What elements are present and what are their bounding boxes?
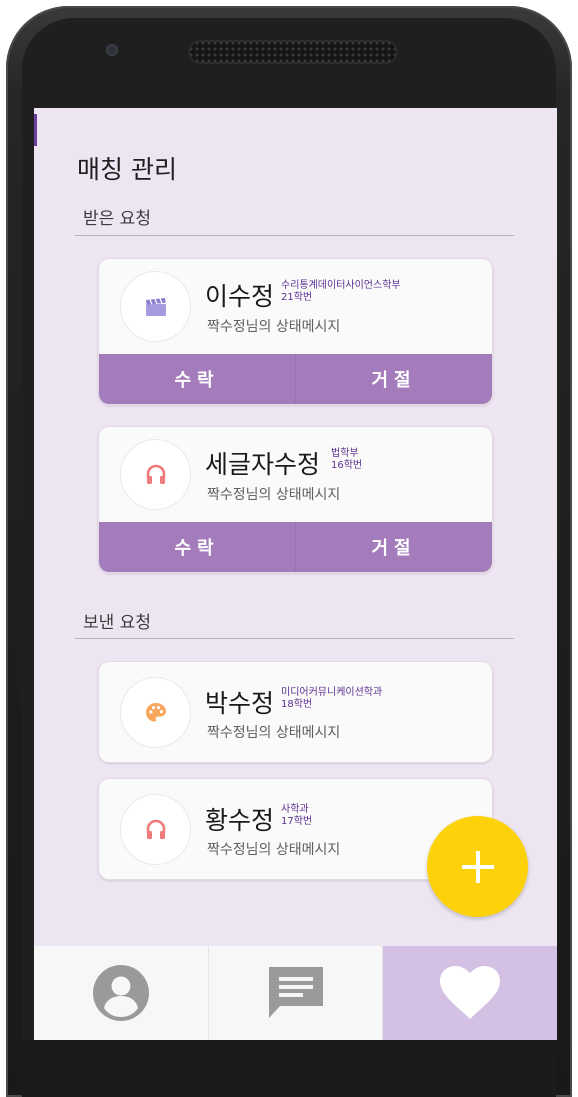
section-divider — [75, 235, 514, 236]
speaker-grille — [188, 40, 398, 64]
requester-year: 16학번 — [331, 460, 363, 471]
screen-edge-accent — [34, 114, 37, 146]
recipient-meta: 사학과 17학번 — [281, 804, 312, 828]
nav-profile[interactable] — [34, 946, 208, 1040]
requester-name: 이수정 — [205, 282, 275, 311]
add-request-button[interactable] — [427, 816, 528, 917]
accept-button[interactable]: 수락 — [99, 354, 295, 404]
recipient-year: 17학번 — [281, 816, 313, 827]
requester-department: 법학부 — [331, 448, 359, 459]
card-body: 박수정 미디어커뮤니케이션학과 18학번 짝수정님의 상태메시지 — [99, 662, 492, 762]
recipient-year: 18학번 — [281, 699, 313, 710]
recipient-meta: 미디어커뮤니케이션학과 18학번 — [281, 687, 382, 711]
requester-meta: 수리통계데이터사이언스학부 21학번 — [281, 280, 401, 304]
nav-matching[interactable] — [382, 946, 557, 1040]
sent-request-card[interactable]: 박수정 미디어커뮤니케이션학과 18학번 짝수정님의 상태메시지 — [98, 661, 493, 763]
page-title: 매칭 관리 — [77, 155, 177, 184]
headphones-icon — [120, 794, 191, 865]
reject-button[interactable]: 거절 — [295, 354, 492, 404]
app-screen: 매칭 관리 받은 요청 이수정 수리통계데이터사이언스학부 21학번 짝수정님의… — [34, 108, 557, 1040]
chat-icon — [268, 967, 323, 1018]
recipient-status-message: 짝수정님의 상태메시지 — [207, 725, 341, 741]
received-section-label: 받은 요청 — [83, 209, 151, 229]
card-actions: 수락 거절 — [99, 354, 492, 404]
requester-year: 21학번 — [281, 292, 313, 303]
plus-icon — [461, 850, 494, 883]
requester-department: 수리통계데이터사이언스학부 — [281, 280, 401, 291]
nav-chat[interactable] — [207, 946, 383, 1040]
palette-icon — [120, 677, 191, 748]
recipient-name: 박수정 — [205, 689, 275, 718]
heart-icon — [440, 966, 501, 1019]
recipient-name: 황수정 — [205, 806, 275, 835]
recipient-department: 사학과 — [281, 804, 309, 815]
card-body[interactable]: 이수정 수리통계데이터사이언스학부 21학번 짝수정님의 상태메시지 — [99, 259, 492, 354]
phone-bottom-bezel — [22, 1040, 556, 1097]
sent-section-label: 보낸 요청 — [83, 613, 151, 633]
card-actions: 수락 거절 — [99, 522, 492, 572]
requester-meta: 법학부 16학번 — [331, 448, 362, 472]
recipient-status-message: 짝수정님의 상태메시지 — [207, 842, 341, 858]
received-request-card: 세글자수정 법학부 16학번 짝수정님의 상태메시지 수락 거절 — [98, 426, 493, 573]
requester-status-message: 짝수정님의 상태메시지 — [207, 487, 341, 503]
card-body[interactable]: 세글자수정 법학부 16학번 짝수정님의 상태메시지 — [99, 427, 492, 522]
requester-status-message: 짝수정님의 상태메시지 — [207, 319, 341, 335]
profile-icon — [92, 965, 149, 1021]
section-divider — [75, 638, 514, 639]
requester-name: 세글자수정 — [205, 450, 321, 479]
received-request-card: 이수정 수리통계데이터사이언스학부 21학번 짝수정님의 상태메시지 수락 거절 — [98, 258, 493, 405]
clapperboard-icon — [120, 271, 191, 342]
recipient-department: 미디어커뮤니케이션학과 — [281, 687, 383, 698]
reject-button[interactable]: 거절 — [295, 522, 492, 572]
bottom-navigation — [34, 946, 557, 1040]
front-camera — [106, 44, 118, 56]
accept-button[interactable]: 수락 — [99, 522, 295, 572]
headphones-icon — [120, 439, 191, 510]
